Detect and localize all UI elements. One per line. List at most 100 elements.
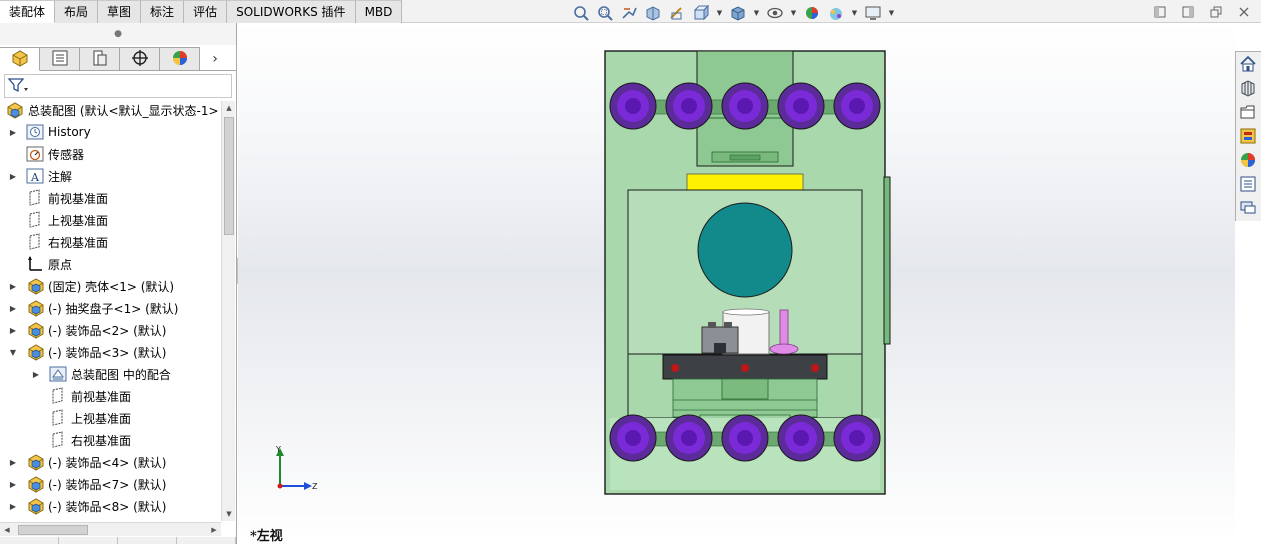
tree-expander-icon[interactable]: ▶ <box>8 171 18 181</box>
custom-properties-icon[interactable] <box>1236 172 1260 196</box>
apply-scene-caret[interactable]: ▼ <box>851 5 858 21</box>
triad-z-label: Z <box>312 482 318 491</box>
tree-item[interactable]: ▶ A 注解 <box>0 165 222 187</box>
tree-item[interactable]: 右视基准面 <box>0 231 222 253</box>
command-tab[interactable]: SOLIDWORKS 插件 <box>227 0 356 23</box>
tree-item-label: (-) 装饰品<3> (默认) <box>48 345 167 360</box>
display-style-icon[interactable] <box>729 5 747 21</box>
view-palette-icon[interactable] <box>1236 124 1260 148</box>
tree-item[interactable]: 总装配图 (默认<默认_显示状态-1> <box>0 99 222 121</box>
scroll-left-icon[interactable]: ◀ <box>0 523 14 537</box>
displaymanager-icon <box>171 49 189 70</box>
tree-item-label: 传感器 <box>48 147 85 162</box>
more-tabs-arrow-icon[interactable]: › <box>200 47 230 71</box>
scroll-right-icon[interactable]: ▶ <box>207 523 221 537</box>
view-settings-caret[interactable]: ▼ <box>888 5 895 21</box>
component-icon <box>26 475 44 493</box>
dimxpertmanager-tab[interactable] <box>120 47 160 71</box>
tree-item[interactable]: 前视基准面 <box>0 187 222 209</box>
close-window-icon[interactable] <box>1237 6 1251 18</box>
tree-item-label: 原点 <box>48 257 73 272</box>
tree-item[interactable]: ▶ (-) 装饰品<2> (默认) <box>0 319 222 341</box>
tree-expander-icon[interactable]: ▶ <box>8 501 18 511</box>
tree-expander-icon[interactable]: ▶ <box>8 127 18 137</box>
design-library-icon[interactable] <box>1236 76 1260 100</box>
tile-left-icon[interactable] <box>1153 6 1167 18</box>
tree-expander-icon[interactable]: ▶ <box>8 479 18 489</box>
scroll-up-icon[interactable]: ▲ <box>222 101 236 115</box>
configurationmanager-tab[interactable] <box>80 47 120 71</box>
feature-tree: 总装配图 (默认<默认_显示状态-1> ▶ History 传感器 ▶ A 注解 前视基准面上… <box>0 99 222 521</box>
tree-item-label: 前视基准面 <box>71 389 132 404</box>
tree-item[interactable]: ▶ (-) 装饰品<7> (默认) <box>0 473 222 495</box>
tree-item[interactable]: 原点 <box>0 253 222 275</box>
view-settings-icon[interactable] <box>864 5 882 21</box>
tree-expander-icon[interactable]: ▶ <box>8 281 18 291</box>
tile-right-icon[interactable] <box>1181 6 1195 18</box>
svg-text:A: A <box>30 171 40 184</box>
tree-item[interactable]: 传感器 <box>0 143 222 165</box>
apply-scene-icon[interactable] <box>827 5 845 21</box>
hide-show-items-icon[interactable] <box>766 5 784 21</box>
previous-view-icon[interactable] <box>620 5 638 21</box>
tree-item[interactable]: 右视基准面 <box>0 429 222 451</box>
appearances-icon[interactable] <box>1236 148 1260 172</box>
forum-icon[interactable] <box>1236 196 1260 220</box>
sensor-icon <box>26 145 44 163</box>
plane-icon <box>26 189 44 207</box>
scroll-down-icon[interactable]: ▼ <box>222 507 236 521</box>
tree-item-label: (-) 装饰品<4> (默认) <box>48 455 167 470</box>
tree-item[interactable]: 上视基准面 <box>0 209 222 231</box>
display-style-caret[interactable]: ▼ <box>753 5 760 21</box>
dynamic-annotation-icon[interactable] <box>668 5 686 21</box>
tree-item[interactable]: ▼ (-) 装饰品<3> (默认) <box>0 341 222 363</box>
restore-window-icon[interactable] <box>1209 6 1223 18</box>
hide-show-caret[interactable]: ▼ <box>790 5 797 21</box>
view-orientation-caret[interactable]: ▼ <box>716 5 723 21</box>
command-tab[interactable]: 标注 <box>141 0 185 23</box>
tree-horizontal-scrollbar[interactable]: ◀ ▶ <box>0 522 221 536</box>
edit-appearance-icon[interactable] <box>803 5 821 21</box>
tree-item[interactable]: 前视基准面 <box>0 385 222 407</box>
propertymanager-tab[interactable] <box>40 47 80 71</box>
command-tab[interactable]: 装配体 <box>0 0 56 23</box>
tree-item[interactable]: ▶ (-) 装饰品<4> (默认) <box>0 451 222 473</box>
zoom-to-area-icon[interactable] <box>596 5 614 21</box>
view-orientation-icon[interactable] <box>692 5 710 21</box>
configurationmanager-icon <box>91 49 109 70</box>
horizontal-scroll-thumb[interactable] <box>18 525 88 535</box>
command-tab[interactable]: 评估 <box>184 0 228 23</box>
zoom-to-fit-icon[interactable] <box>572 5 590 21</box>
plane-icon <box>26 233 44 251</box>
tree-item[interactable]: ▶ History <box>0 121 222 143</box>
displaymanager-tab[interactable] <box>160 47 200 71</box>
section-view-icon[interactable] <box>644 5 662 21</box>
tree-expander-icon[interactable]: ▶ <box>31 369 41 379</box>
command-tab[interactable]: MBD <box>355 0 403 23</box>
tree-expander-icon[interactable]: ▶ <box>8 325 18 335</box>
tree-expander-icon[interactable]: ▼ <box>8 347 18 357</box>
tree-vertical-scrollbar[interactable]: ▲ ▼ <box>221 101 235 521</box>
tree-filter[interactable] <box>4 74 232 98</box>
tree-expander-icon[interactable]: ▶ <box>8 457 18 467</box>
tree-item[interactable]: ▶ 总装配图 中的配合 <box>0 363 222 385</box>
tree-item[interactable]: ▶ (固定) 壳体<1> (默认) <box>0 275 222 297</box>
command-tab[interactable]: 布局 <box>55 0 99 23</box>
vertical-scroll-thumb[interactable] <box>224 117 234 235</box>
home-icon[interactable] <box>1236 52 1260 76</box>
file-explorer-icon[interactable] <box>1236 100 1260 124</box>
tree-expander-icon[interactable]: ▶ <box>8 303 18 313</box>
tree-item[interactable]: 上视基准面 <box>0 407 222 429</box>
panel-grip-handle[interactable]: ● <box>0 23 236 45</box>
graphics-area[interactable] <box>238 23 1235 544</box>
featuremanager-tab[interactable] <box>0 47 40 71</box>
current-view-label: *左视 <box>250 529 283 544</box>
command-tab[interactable]: 草图 <box>98 0 142 23</box>
component-icon <box>26 321 44 339</box>
filter-icon[interactable] <box>7 76 29 97</box>
tree-item[interactable]: ▶ (-) 装饰品<8> (默认) <box>0 495 222 517</box>
tree-item[interactable]: ▶ (-) 抽奖盘子<1> (默认) <box>0 297 222 319</box>
